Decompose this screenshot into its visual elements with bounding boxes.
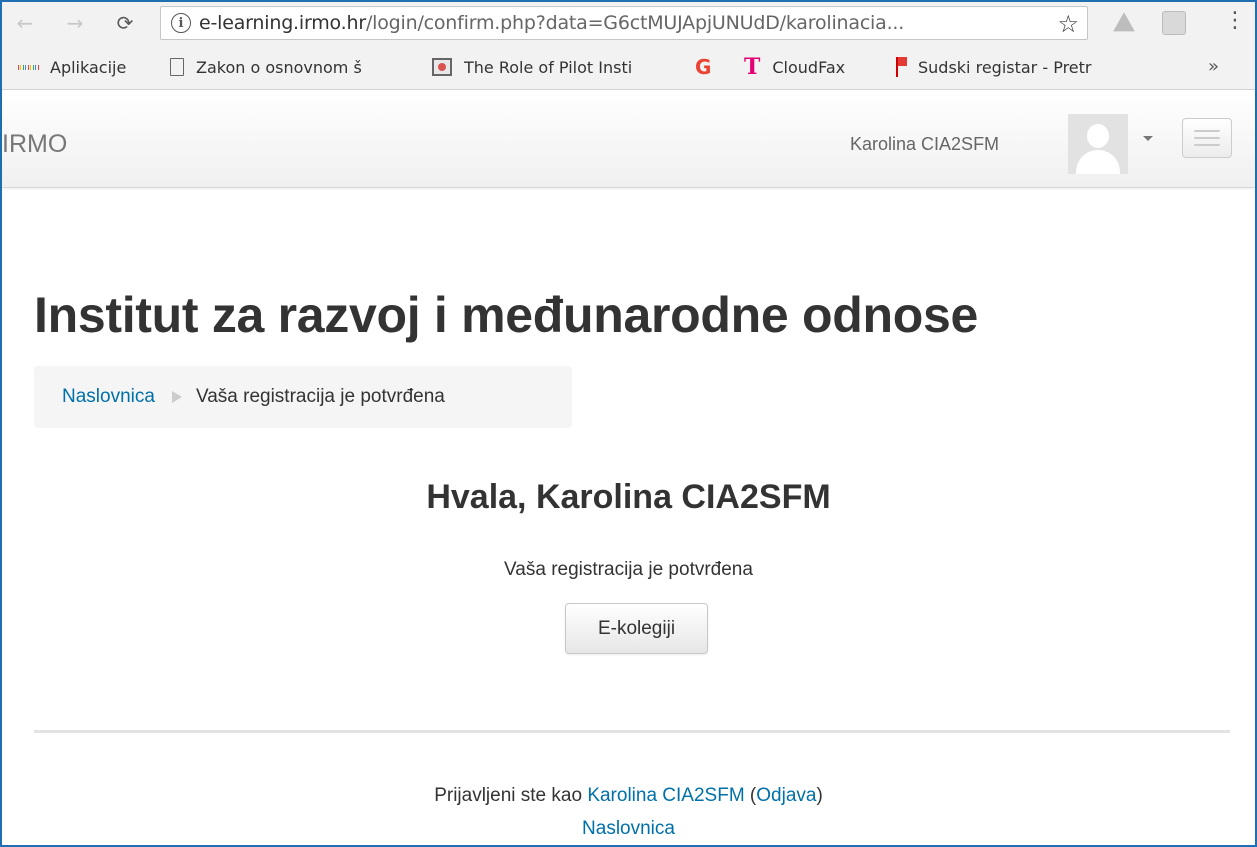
bookmark-cloudfax[interactable]: T CloudFax xyxy=(744,44,845,90)
back-icon[interactable]: ← xyxy=(10,8,40,38)
bookmark-google[interactable]: G xyxy=(695,44,723,90)
breadcrumb-home-link[interactable]: Naslovnica xyxy=(62,386,155,408)
bookmark-pilot[interactable]: The Role of Pilot Insti xyxy=(432,44,632,90)
avatar-head xyxy=(1087,124,1109,148)
google-icon: G xyxy=(695,55,712,79)
breadcrumb-separator-icon xyxy=(171,391,182,403)
bookmark-zakon[interactable]: Zakon o osnovnom š xyxy=(170,44,362,90)
confirmation-message: Vaša registracija je potvrđena xyxy=(504,559,753,580)
login-info: Prijavljeni ste kao Karolina CIA2SFM (Od… xyxy=(0,785,1257,807)
hamburger-line xyxy=(1194,144,1220,146)
page-icon xyxy=(170,58,184,76)
bookmark-label: Zakon o osnovnom š xyxy=(196,57,362,77)
logout-link[interactable]: Odjava xyxy=(756,785,816,806)
presentation-icon xyxy=(432,58,452,76)
bookmark-label: Sudski registar - Pretr xyxy=(918,57,1092,77)
url-text[interactable]: e-learning.irmo.hr/login/confirm.php?dat… xyxy=(199,12,1049,34)
pdf-extension-icon[interactable] xyxy=(1162,11,1186,35)
url-path: /login/confirm.php?data=G6ctMUJApjUNUdD/… xyxy=(365,12,905,34)
footer-home-link[interactable]: Naslovnica xyxy=(0,818,1257,840)
more-vertical-icon[interactable]: ⋮ xyxy=(1224,8,1246,33)
greeting-heading: Hvala, Karolina CIA2SFM xyxy=(426,478,831,516)
bookmark-label: The Role of Pilot Insti xyxy=(464,57,633,77)
flag-icon xyxy=(896,57,907,77)
brand-link[interactable]: IRMO xyxy=(2,130,67,159)
user-menu-name[interactable]: Karolina CIA2SFM xyxy=(850,134,999,155)
bookmark-label: Aplikacije xyxy=(50,57,127,77)
paren-close: ) xyxy=(816,785,823,806)
reload-icon[interactable]: ⟳ xyxy=(110,8,140,38)
hamburger-line xyxy=(1194,137,1220,139)
site-navbar: IRMO Karolina CIA2SFM xyxy=(2,90,1255,188)
breadcrumb: Naslovnica Vaša registracija je potvrđen… xyxy=(34,366,572,428)
info-icon[interactable]: i xyxy=(171,13,191,33)
bookmarks-bar: Aplikacije Zakon o osnovnom š The Role o… xyxy=(2,44,1255,90)
avatar-body xyxy=(1076,150,1120,174)
login-info-prefix: Prijavljeni ste kao xyxy=(434,785,588,806)
browser-toolbar: ← → ⟳ i e-learning.irmo.hr/login/confirm… xyxy=(2,2,1255,44)
menu-toggle-button[interactable] xyxy=(1182,118,1232,158)
bookmarks-overflow-icon[interactable]: » xyxy=(1208,56,1219,77)
bookmark-apps[interactable]: Aplikacije xyxy=(18,44,126,90)
caret-down-icon[interactable] xyxy=(1143,136,1153,141)
bookmark-sudski[interactable]: Sudski registar - Pretr xyxy=(896,44,1091,90)
telekom-icon: T xyxy=(744,54,761,80)
paren-open: ( xyxy=(744,785,757,806)
footer-divider xyxy=(34,730,1230,733)
page-title: Institut za razvoj i međunarodne odnose xyxy=(34,287,978,343)
address-bar[interactable]: i e-learning.irmo.hr/login/confirm.php?d… xyxy=(160,6,1088,40)
courses-button[interactable]: E-kolegiji xyxy=(565,603,708,654)
footer-user-link[interactable]: Karolina CIA2SFM xyxy=(587,785,744,806)
hamburger-line xyxy=(1194,130,1220,132)
star-icon[interactable]: ☆ xyxy=(1057,10,1079,38)
url-host: e-learning.irmo.hr xyxy=(199,12,366,34)
drive-extension-icon[interactable] xyxy=(1113,12,1135,32)
apps-icon xyxy=(18,57,38,77)
avatar[interactable] xyxy=(1068,114,1128,174)
forward-icon[interactable]: → xyxy=(60,8,90,38)
bookmark-label: CloudFax xyxy=(772,57,846,77)
breadcrumb-current: Vaša registracija je potvrđena xyxy=(195,386,445,407)
